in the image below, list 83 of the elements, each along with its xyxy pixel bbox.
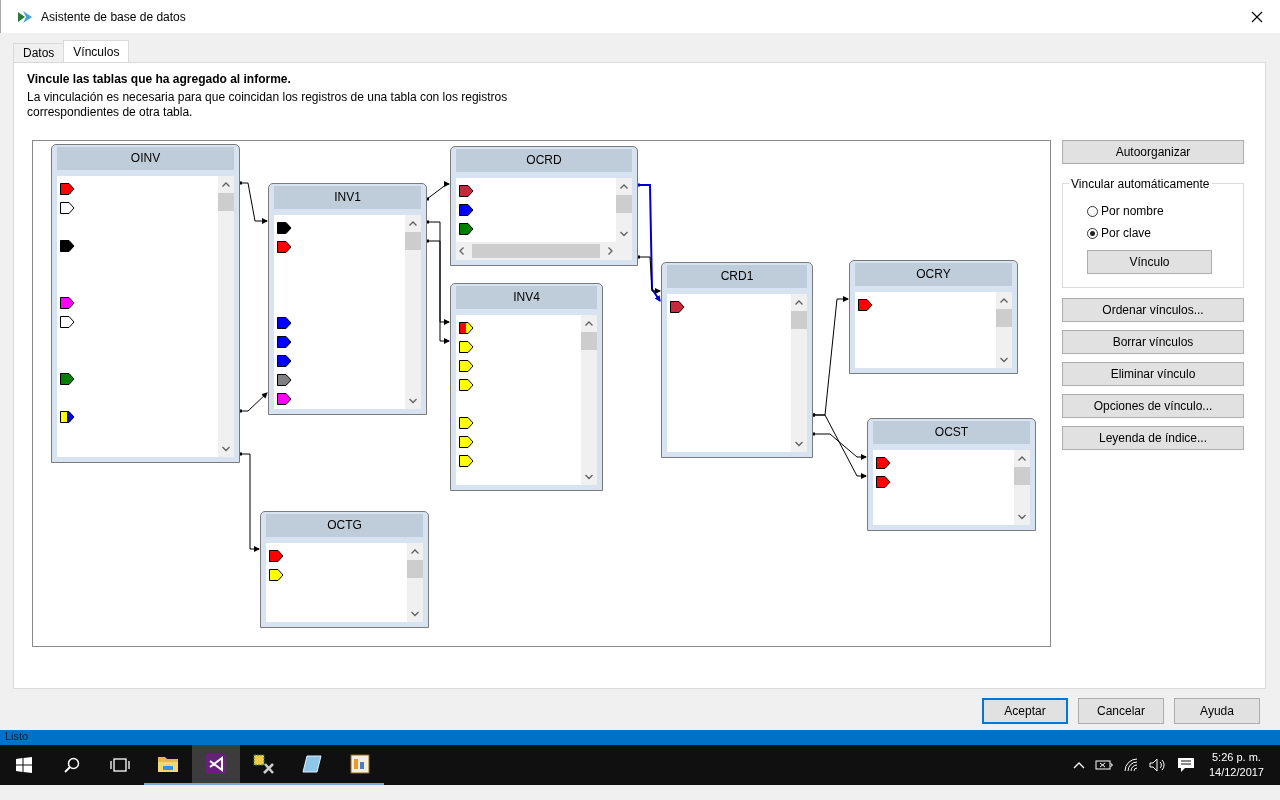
report-icon[interactable] [349,753,371,775]
scroll-thumb[interactable] [1014,467,1030,485]
table-window[interactable]: INV4 [450,283,603,491]
dialog-button[interactable]: Ayuda [1174,698,1260,724]
link-line[interactable] [426,239,450,344]
battery-icon[interactable] [1094,758,1113,772]
scroll-thumb[interactable] [616,195,632,213]
table-window[interactable]: OCST [867,418,1036,531]
table-title: OCRD [456,149,632,172]
table-window[interactable]: OCRY [849,260,1018,374]
scroll-thumb[interactable] [405,232,421,250]
task-view-icon [110,757,130,773]
scrollbar[interactable] [996,292,1012,368]
tab[interactable]: Vínculos [63,40,130,62]
link-action-button[interactable]: Ordenar vínculos... [1062,298,1244,322]
organize-button[interactable]: Autoorganizar [1062,140,1244,164]
tab[interactable]: Datos [13,43,65,62]
folder-icon[interactable] [157,755,179,773]
table-window[interactable]: OCTG [260,511,429,628]
scrollbar[interactable] [1014,450,1030,525]
table-window[interactable]: INV1 [268,183,427,415]
link-button[interactable]: Vínculo [1087,250,1212,274]
radio-option[interactable]: Por nombre [1087,200,1164,222]
link-line[interactable] [637,183,661,302]
radio-option[interactable]: Por clave [1087,222,1152,244]
scrollbar[interactable] [407,543,423,622]
table-title: OCTG [266,514,423,537]
link-line[interactable] [426,181,450,201]
scroll-thumb[interactable] [407,560,423,578]
hollow-tag-icon [60,201,75,214]
two-tone-tag-icon [459,321,474,334]
table-title: INV1 [274,186,421,209]
table-title: INV4 [456,286,597,309]
dialog-button[interactable]: Cancelar [1078,698,1164,724]
link-line[interactable] [812,432,867,460]
wifi-icon[interactable] [1122,758,1139,772]
scrollbar[interactable] [581,315,597,485]
scroll-thumb[interactable] [996,309,1012,327]
scrollbar[interactable] [405,215,421,409]
table-title: OCRY [855,263,1012,286]
horizontal-scrollbar[interactable] [456,242,632,260]
link-action-button[interactable]: Opciones de vínculo... [1062,394,1244,418]
scrollbar[interactable] [616,178,632,242]
table-title: OINV [57,147,234,170]
description: La vinculación es necesaria para que coincidan los registros de una tabla con los registros correspondientes de otra tabla. [27,90,509,120]
status-bar: Listo [0,730,1280,745]
studio-icon[interactable] [205,753,227,775]
group-legend: Vincular automáticamente [1069,177,1212,191]
close-icon [1251,10,1263,23]
scrollbar[interactable] [218,176,234,457]
link-line[interactable] [239,181,268,224]
hollow-tag-icon [60,315,75,328]
scroll-thumb[interactable] [218,193,234,211]
heading: Vincule las tablas que ha agregado al informe. [27,72,292,87]
scroll-thumb[interactable] [791,311,807,329]
table-title: CRD1 [667,265,807,288]
scroll-thumb[interactable] [472,244,600,258]
search-icon [64,757,80,773]
link-line[interactable] [637,255,661,294]
link-action-button[interactable]: Eliminar vínculo [1062,362,1244,386]
link-action-button[interactable]: Leyenda de índice... [1062,426,1244,450]
table-window[interactable]: OINV [51,144,240,463]
tools-icon[interactable] [252,753,276,775]
two-tone-tag-icon [60,410,75,423]
taskbar-app[interactable] [192,745,240,785]
wizard-icon [17,9,33,24]
scroll-thumb[interactable] [581,332,597,350]
volume-icon[interactable] [1148,758,1167,772]
table-window[interactable]: OCRD [450,146,638,266]
chevron-up-icon[interactable] [1072,761,1085,769]
link-action-button[interactable]: Borrar vínculos [1062,330,1244,354]
link-line[interactable] [426,220,450,325]
notepad-icon[interactable] [301,754,323,774]
table-title: OCST [873,421,1030,444]
table-window[interactable]: CRD1 [661,262,813,458]
link-line[interactable] [239,392,268,413]
scrollbar[interactable] [791,294,807,452]
link-line[interactable] [812,413,867,479]
notification-icon[interactable] [1176,757,1195,773]
dialog-button[interactable]: Aceptar [982,698,1068,724]
window-title: Asistente de base de datos [41,9,186,24]
clock[interactable]: 5:26 p. m. 14/12/2017 [1204,750,1268,780]
windows-icon [16,757,32,773]
